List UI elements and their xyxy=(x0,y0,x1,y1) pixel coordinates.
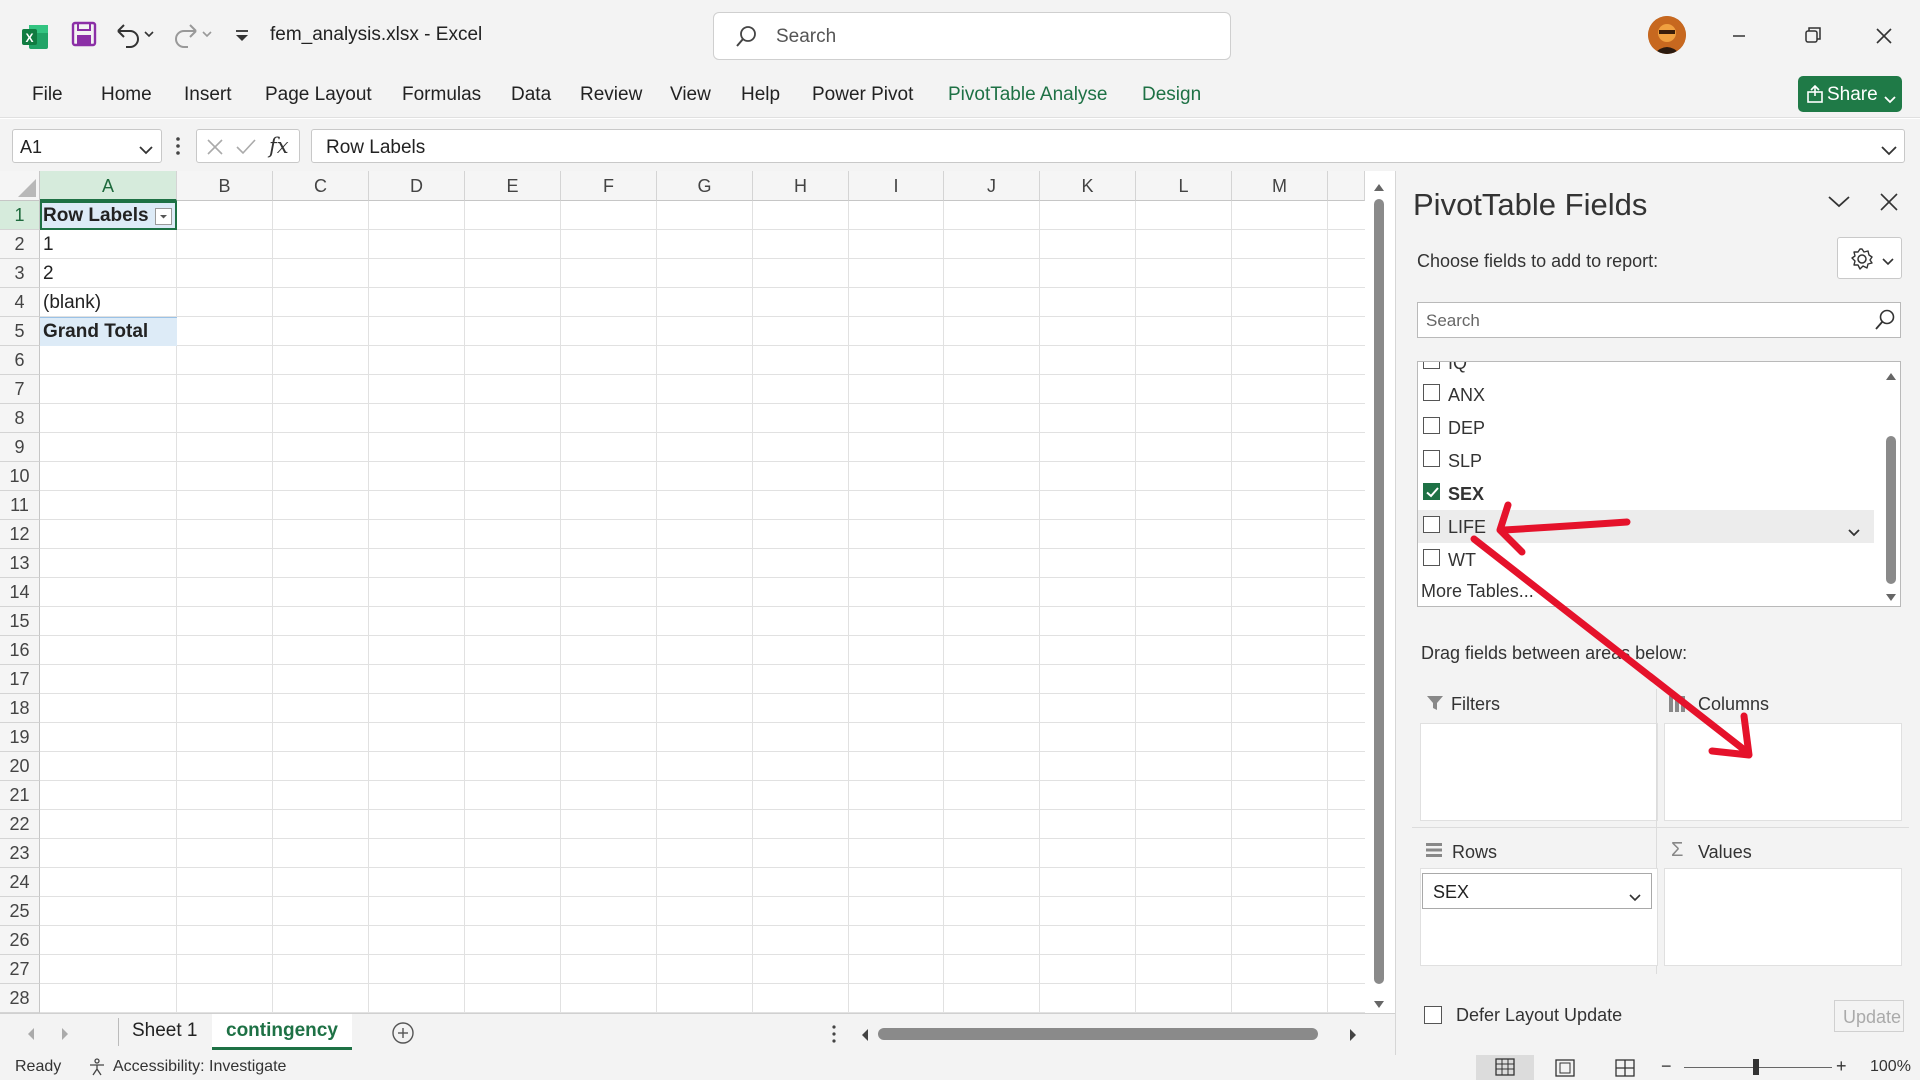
arrow-to-columns-area xyxy=(1470,535,1753,759)
arrow-to-life-field xyxy=(1496,501,1631,556)
annotation-arrows xyxy=(1470,501,1753,759)
